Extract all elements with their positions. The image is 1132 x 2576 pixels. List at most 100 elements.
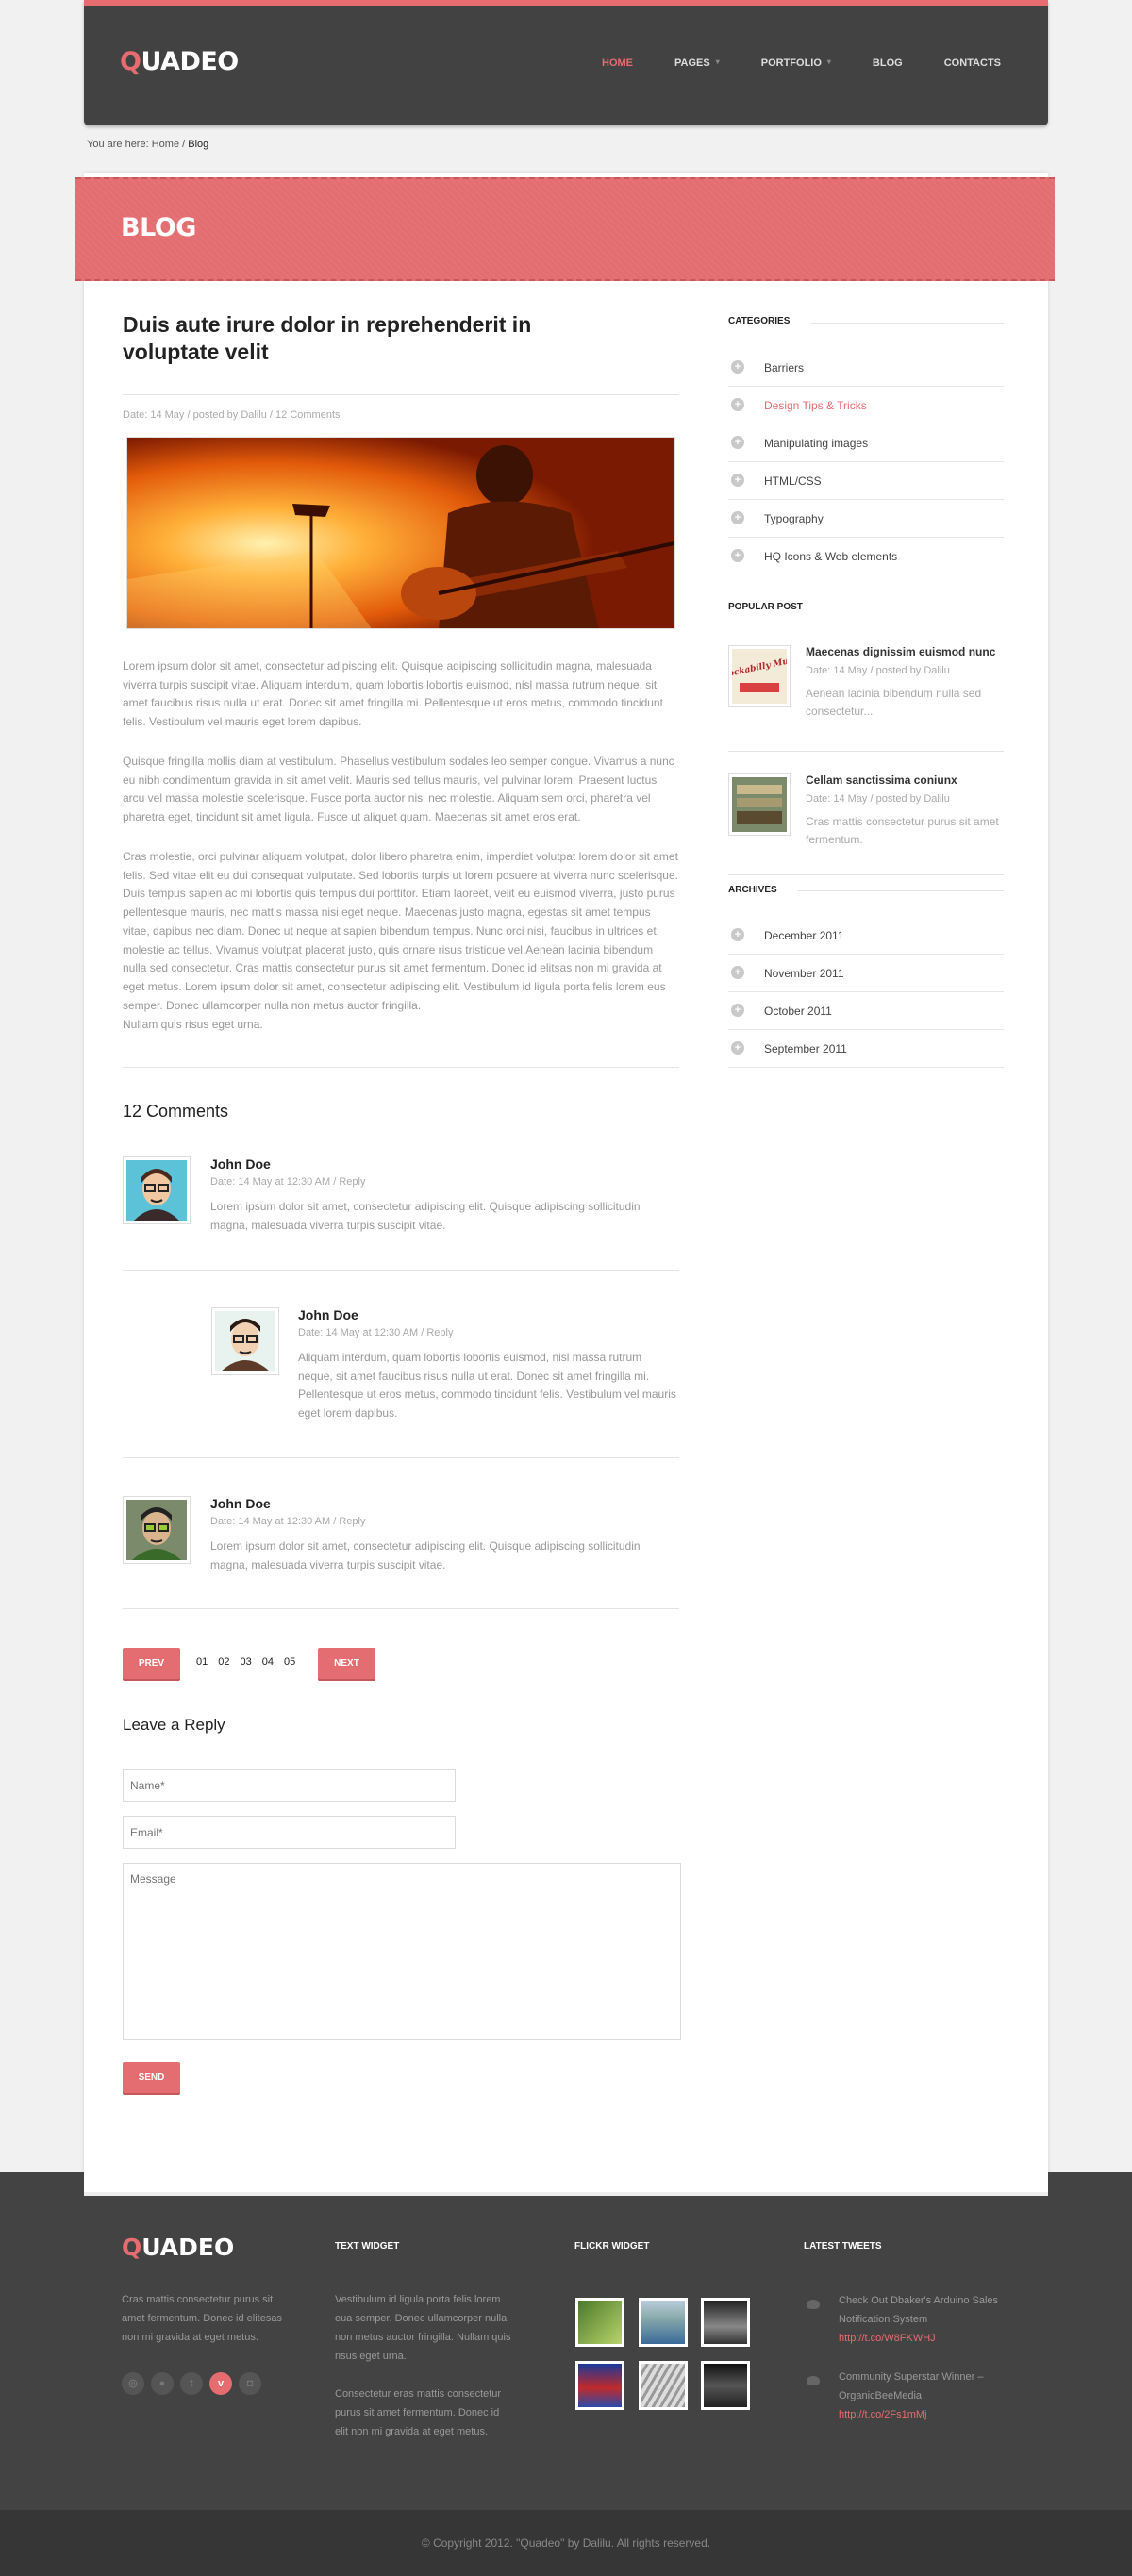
name-field[interactable] <box>123 1769 456 1802</box>
avatar <box>123 1156 191 1224</box>
tweet: Community Superstar Winner – OrganicBeeM… <box>839 2371 984 2420</box>
comment: John Doe Date: 14 May at 12:30 AM / Repl… <box>123 1496 679 1571</box>
page-link[interactable]: 03 <box>241 1656 252 1668</box>
plus-icon: + <box>731 360 744 374</box>
page-link[interactable]: 05 <box>284 1656 295 1668</box>
site-logo[interactable]: QUADEO <box>120 47 239 76</box>
nav-item-portfolio[interactable]: PORTFOLIO ▾ <box>761 58 831 69</box>
tweet-link[interactable]: http://t.co/2Fs1mMj <box>839 2409 927 2420</box>
divider <box>728 751 1004 752</box>
popular-post-thumbnail[interactable] <box>728 773 791 836</box>
vimeo-icon[interactable]: v <box>209 2372 232 2395</box>
comment-author[interactable]: John Doe <box>210 1496 271 1511</box>
popular-post-excerpt: Aenean lacinia bibendum nulla sed consec… <box>806 687 982 718</box>
comment-text: Lorem ipsum dolor sit amet, consectetur … <box>210 1200 641 1232</box>
post-paragraph: Nullam quis risus eget urna. <box>123 1018 263 1031</box>
category-item[interactable]: + Typography <box>728 500 1004 538</box>
footer-about: Cras mattis consectetur purus sit amet f… <box>122 2294 282 2343</box>
nav-item-home[interactable]: HOME <box>602 58 633 69</box>
breadcrumb: You are here: Home / Blog <box>87 139 209 150</box>
page-link[interactable]: 02 <box>218 1656 229 1668</box>
tweet-link[interactable]: http://t.co/W8FKWHJ <box>839 2333 936 2344</box>
nav-item-pages[interactable]: PAGES ▾ <box>674 58 720 69</box>
post-image[interactable] <box>126 437 675 629</box>
plus-icon: + <box>731 511 744 524</box>
flickr-photo[interactable] <box>575 2361 624 2410</box>
popular-post-title[interactable]: Maecenas dignissim euismod nunc <box>806 645 995 658</box>
flickr-photo[interactable] <box>639 2361 688 2410</box>
archive-item[interactable]: + November 2011 <box>728 955 1004 992</box>
popular-post-thumbnail[interactable]: Rockabilly Musi <box>720 645 798 707</box>
category-item[interactable]: + Design Tips & Tricks <box>728 387 1004 424</box>
divider <box>811 323 1004 324</box>
flickr-icon[interactable]: ● <box>151 2372 174 2395</box>
divider <box>123 1067 679 1068</box>
flickr-photo[interactable] <box>701 2298 750 2347</box>
avatar <box>123 1496 191 1564</box>
comment-reply: John Doe Date: 14 May at 12:30 AM / Repl… <box>211 1307 679 1430</box>
avatar <box>211 1307 279 1375</box>
popular-post: Cellam sanctissima coniunx Date: 14 May … <box>728 773 1004 849</box>
comment-author[interactable]: John Doe <box>210 1156 271 1172</box>
category-item[interactable]: + HQ Icons & Web elements <box>728 538 1004 575</box>
dribbble-icon[interactable]: ◎ <box>122 2372 144 2395</box>
category-item[interactable]: + Manipulating images <box>728 424 1004 462</box>
send-button[interactable]: SEND <box>123 2062 180 2093</box>
nav-item-contacts[interactable]: CONTACTS <box>944 58 1001 69</box>
post-paragraph: Lorem ipsum dolor sit amet, consectetur … <box>123 659 663 729</box>
plus-icon: + <box>731 398 744 411</box>
reply-heading: Leave a Reply <box>123 1716 225 1734</box>
main-nav: HOME PAGES ▾ PORTFOLIO ▾ BLOG CONTACTS <box>560 58 1001 69</box>
email-field[interactable] <box>123 1816 456 1849</box>
prev-button[interactable]: PREV <box>123 1648 180 1679</box>
chevron-down-icon: ▾ <box>715 58 720 66</box>
category-item[interactable]: + HTML/CSS <box>728 462 1004 500</box>
divider <box>797 890 1004 891</box>
comment-meta[interactable]: Date: 14 May at 12:30 AM / Reply <box>298 1327 453 1338</box>
text-widget-heading: TEXT WIDGET <box>335 2241 400 2252</box>
footer-logo[interactable]: QUADEO <box>122 2234 234 2261</box>
divider <box>123 1270 679 1271</box>
comment: John Doe Date: 14 May at 12:30 AM / Repl… <box>123 1156 679 1232</box>
post-paragraph: Quisque fringilla mollis diam at vestibu… <box>123 755 674 824</box>
pagination-pages: 01 02 03 04 05 <box>196 1656 295 1668</box>
message-field[interactable] <box>123 1863 681 2040</box>
flickr-photo[interactable] <box>701 2361 750 2410</box>
flickr-photo[interactable] <box>639 2298 688 2347</box>
comment-author[interactable]: John Doe <box>298 1307 358 1322</box>
archive-item[interactable]: + September 2011 <box>728 1030 1004 1068</box>
text-widget-paragraph: Vestibulum id ligula porta felis lorem e… <box>335 2294 511 2362</box>
category-item[interactable]: + Barriers <box>728 349 1004 387</box>
site-header: QUADEO HOME PAGES ▾ PORTFOLIO ▾ BLOG CONTA… <box>84 0 1048 125</box>
popular-post-title[interactable]: Cellam sanctissima coniunx <box>806 773 957 787</box>
popular-post-meta: Date: 14 May / posted by Dalilu <box>806 665 950 676</box>
plus-icon: + <box>731 436 744 449</box>
flickr-photo[interactable] <box>575 2298 624 2347</box>
instagram-icon[interactable]: ◘ <box>239 2372 261 2395</box>
concert-guitarist-image <box>127 438 674 628</box>
twitter-bird-icon <box>807 2376 820 2385</box>
archive-item[interactable]: + December 2011 <box>728 917 1004 955</box>
page-link[interactable]: 04 <box>262 1656 274 1668</box>
page-link[interactable]: 01 <box>196 1656 208 1668</box>
divider <box>728 874 1004 875</box>
social-links: ◎ ● t v ◘ <box>122 2372 261 2395</box>
next-button[interactable]: NEXT <box>318 1648 375 1679</box>
popular-post-excerpt: Cras mattis consectetur purus sit amet f… <box>806 815 999 846</box>
tweet: Check Out Dbaker's Arduino Sales Notific… <box>839 2295 999 2344</box>
popular-post: Rockabilly Musi Maecenas dignissim euism… <box>720 645 1004 721</box>
card-bottom-edge <box>84 2172 1048 2196</box>
post-paragraph: Cras molestie, orci pulvinar aliquam vol… <box>123 850 678 1012</box>
comment-meta[interactable]: Date: 14 May at 12:30 AM / Reply <box>210 1176 365 1188</box>
comment-meta[interactable]: Date: 14 May at 12:30 AM / Reply <box>210 1516 365 1527</box>
divider <box>123 394 679 395</box>
archive-item[interactable]: + October 2011 <box>728 992 1004 1030</box>
plus-icon: + <box>731 1004 744 1017</box>
comments-heading: 12 Comments <box>123 1102 229 1121</box>
comment-text: Lorem ipsum dolor sit amet, consectetur … <box>210 1539 641 1571</box>
breadcrumb-home[interactable]: Home <box>152 139 179 150</box>
tumblr-icon[interactable]: t <box>180 2372 203 2395</box>
nav-item-blog[interactable]: BLOG <box>873 58 903 69</box>
divider <box>123 1608 679 1609</box>
post-title[interactable]: Duis aute irure dolor in reprehenderit i… <box>123 311 613 366</box>
